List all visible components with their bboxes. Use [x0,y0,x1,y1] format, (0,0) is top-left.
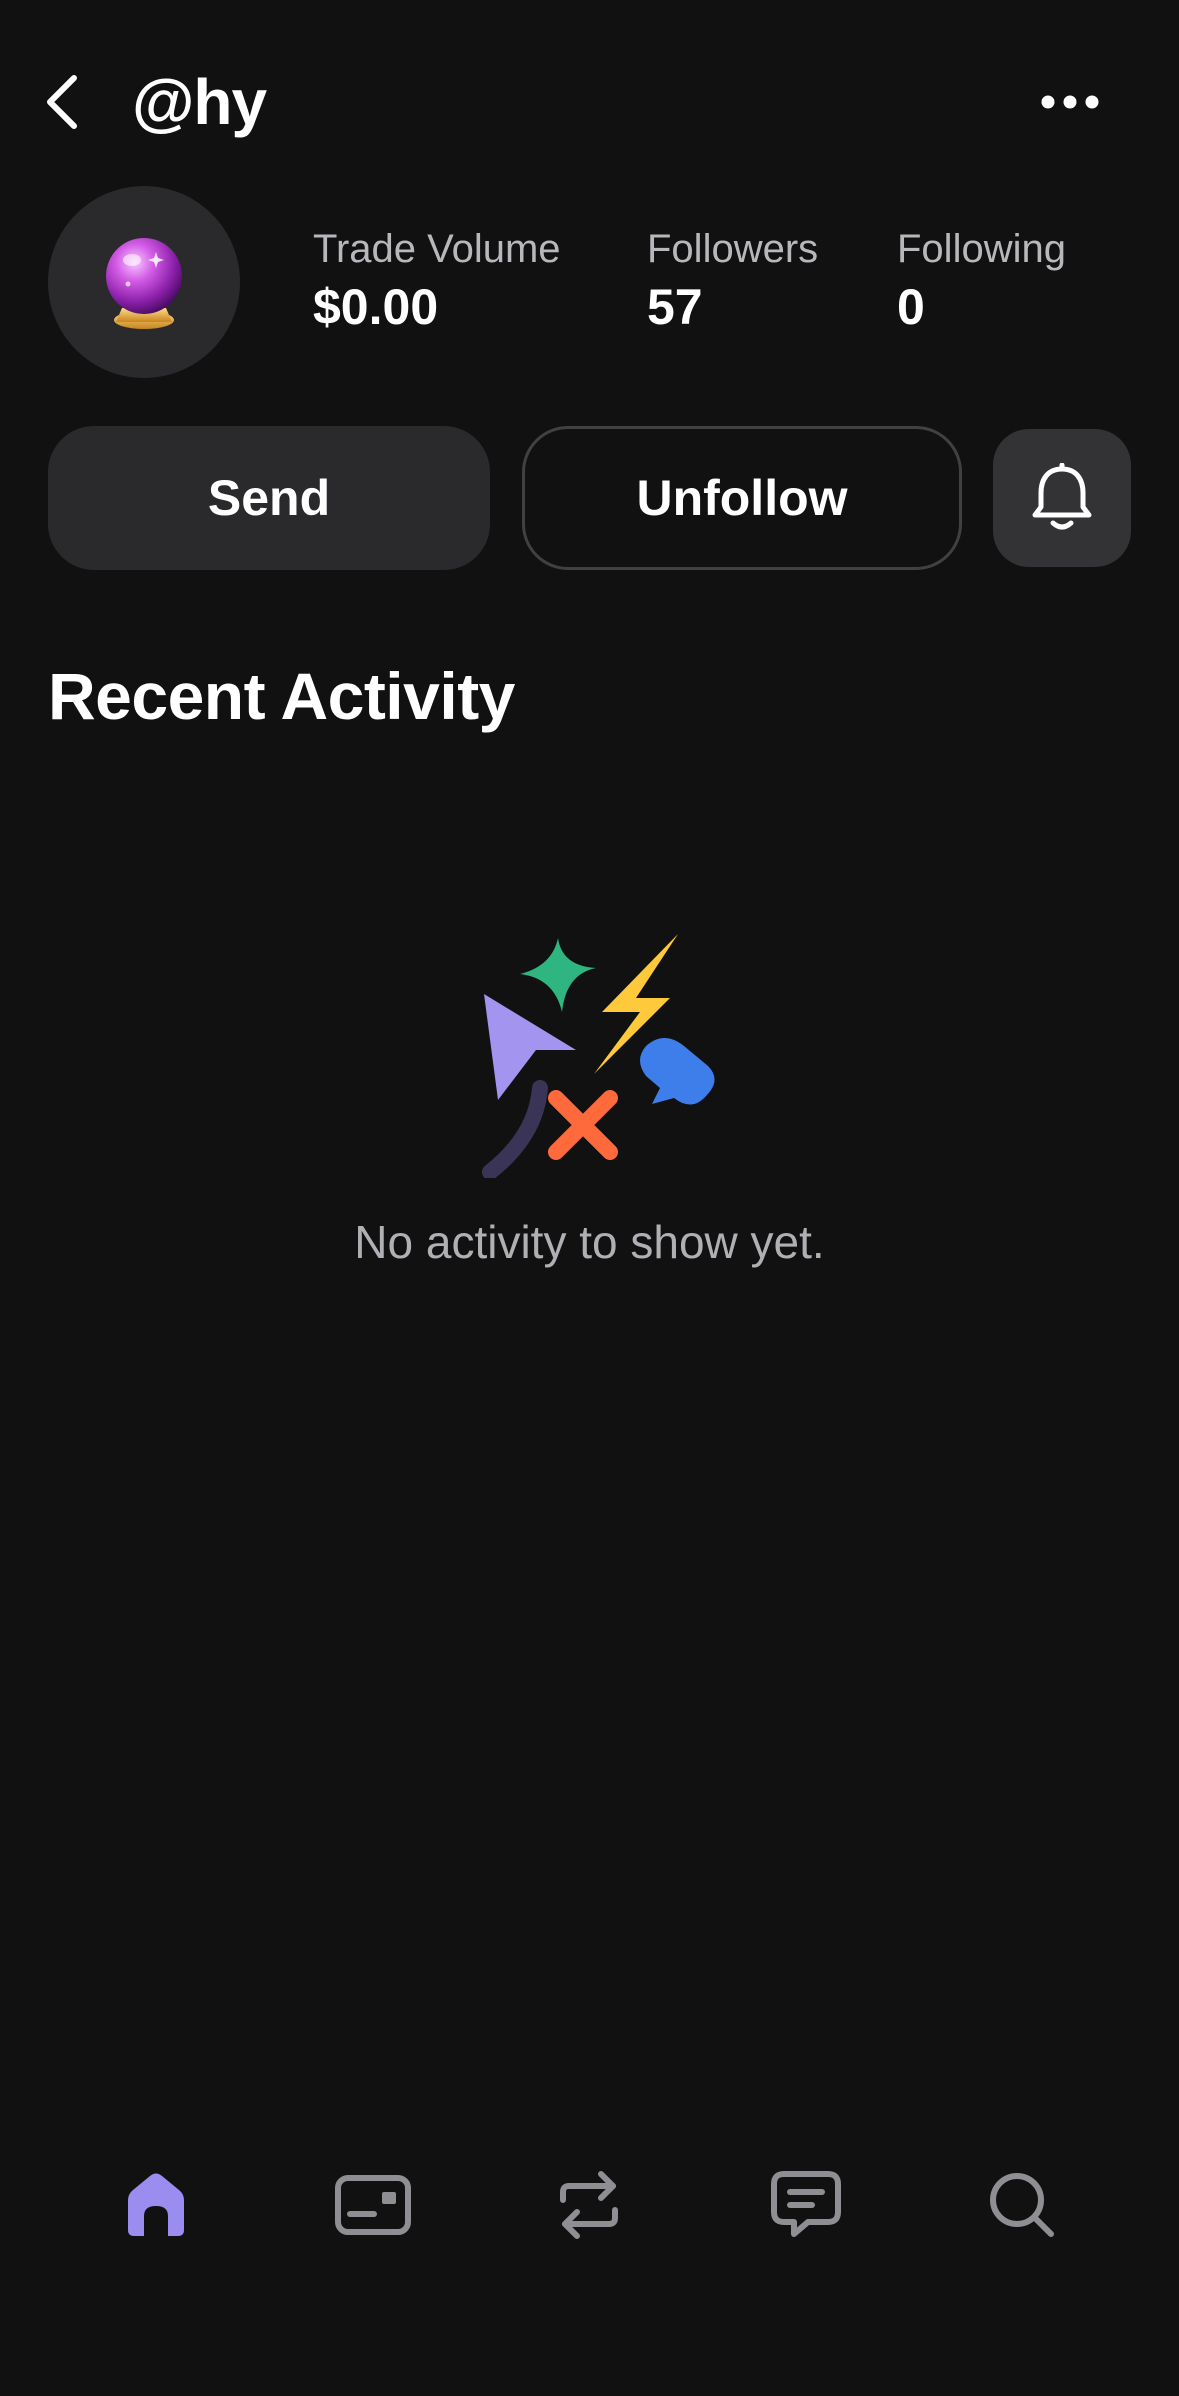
stat-label: Followers [647,227,819,271]
nav-chat-button[interactable] [751,2150,861,2260]
back-button[interactable] [44,70,94,134]
profile-screen: @hy Trade Volume $0.00 Followers 57 Foll… [0,0,1179,2396]
recent-activity-heading: Recent Activity [48,659,515,733]
avatar[interactable] [48,186,240,378]
wallet-card-icon [335,2175,411,2235]
nav-search-button[interactable] [967,2150,1077,2260]
stat-value: $0.00 [313,279,439,335]
page-title: @hy [132,66,267,138]
stat-trade-volume: Trade Volume $0.00 [313,224,561,338]
swoosh-shape [482,1080,548,1178]
crystal-ball-icon [106,238,182,329]
bubble-shape [640,1038,715,1105]
stat-label: Following [897,227,1066,271]
empty-state-message: No activity to show yet. [354,1216,825,1268]
stat-label: Trade Volume [313,227,561,271]
more-horizontal-icon [1041,95,1099,109]
stat-following[interactable]: Following 0 [897,224,1066,338]
stat-value: 0 [897,279,925,335]
x-shape [548,1090,618,1160]
bottom-navigation [0,2150,1179,2260]
sparkle-shape [520,938,596,1012]
home-icon [128,2173,184,2236]
send-button[interactable]: Send [48,426,490,570]
empty-activity-illustration [482,934,715,1178]
nav-swap-button[interactable] [534,2150,644,2260]
more-options-button[interactable] [1030,70,1110,134]
nav-wallet-button[interactable] [318,2150,428,2260]
chevron-left-icon [47,75,77,129]
unfollow-button[interactable]: Unfollow [522,426,962,570]
chat-icon [771,2171,841,2237]
stat-followers[interactable]: Followers 57 [647,224,818,338]
swap-arrows-icon [560,2171,618,2239]
nav-home-button[interactable] [101,2150,211,2260]
notifications-button[interactable] [993,429,1131,567]
search-icon [990,2173,1054,2237]
stat-value: 57 [647,279,703,335]
bell-icon [1032,463,1092,530]
